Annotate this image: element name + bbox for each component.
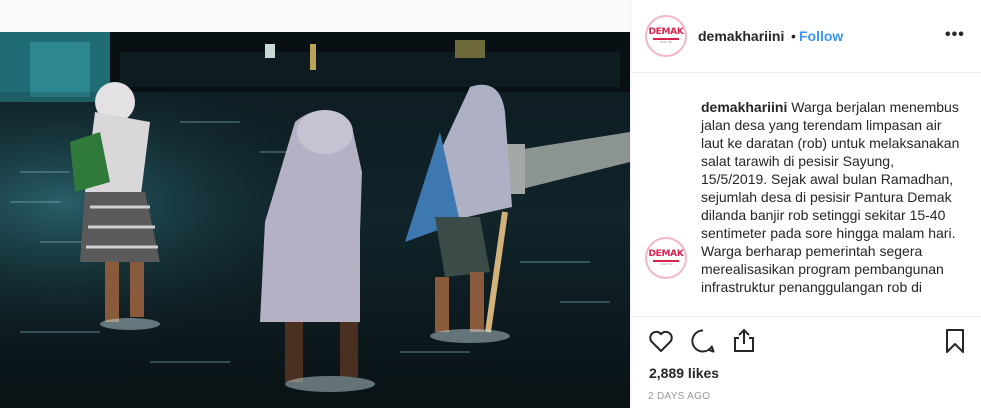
post-sidebar: DEMAK HARI INI demakhariini • Follow •••… [630, 0, 981, 408]
demak-logo: DEMAK HARI INI [648, 241, 684, 275]
post-timestamp[interactable]: 2 DAYS AGO [648, 391, 710, 402]
caption-avatar[interactable]: DEMAK HARI INI [645, 237, 687, 279]
likes-count[interactable]: 2,889 likes [649, 365, 719, 381]
username-link[interactable]: demakhariini [698, 28, 784, 44]
post-media-area [0, 0, 630, 408]
caption: demakhariini Warga berjalan menembus jal… [701, 98, 963, 296]
separator-dot: • [791, 28, 796, 44]
follow-button[interactable]: Follow [799, 28, 843, 44]
share-icon[interactable] [730, 327, 758, 355]
bookmark-icon[interactable] [941, 327, 969, 355]
logo-subtext: HARI INI [659, 262, 673, 266]
post-actions: 2,889 likes 2 DAYS AGO [631, 316, 981, 408]
post-header: DEMAK HARI INI demakhariini • Follow ••• [631, 0, 981, 73]
caption-text: Warga berjalan menembus jalan desa yang … [701, 99, 960, 295]
logo-text: DEMAK [648, 249, 684, 259]
more-options-icon[interactable]: ••• [945, 26, 965, 44]
logo-subtext: HARI INI [659, 40, 673, 44]
flood-night-photo [0, 32, 630, 408]
heart-icon[interactable] [647, 327, 675, 355]
post-photo[interactable] [0, 32, 630, 408]
demak-logo: DEMAK HARI INI [648, 19, 684, 53]
logo-text: DEMAK [648, 27, 684, 37]
comment-icon[interactable] [689, 327, 717, 355]
caption-username-link[interactable]: demakhariini [701, 99, 787, 115]
caption-area[interactable]: DEMAK HARI INI demakhariini Warga berjal… [631, 74, 981, 316]
avatar[interactable]: DEMAK HARI INI [645, 15, 687, 57]
